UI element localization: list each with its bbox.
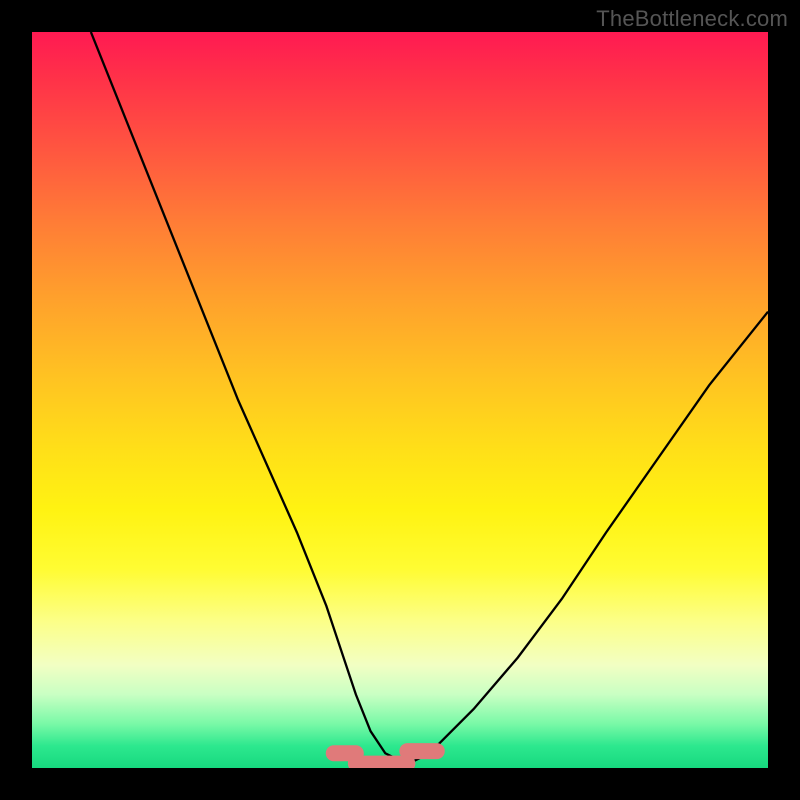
watermark-text: TheBottleneck.com	[596, 6, 788, 32]
chart-frame: TheBottleneck.com	[0, 0, 800, 800]
bottleneck-curve	[91, 32, 768, 761]
chart-svg	[32, 32, 768, 768]
plot-area	[32, 32, 768, 768]
curve-line	[91, 32, 768, 761]
